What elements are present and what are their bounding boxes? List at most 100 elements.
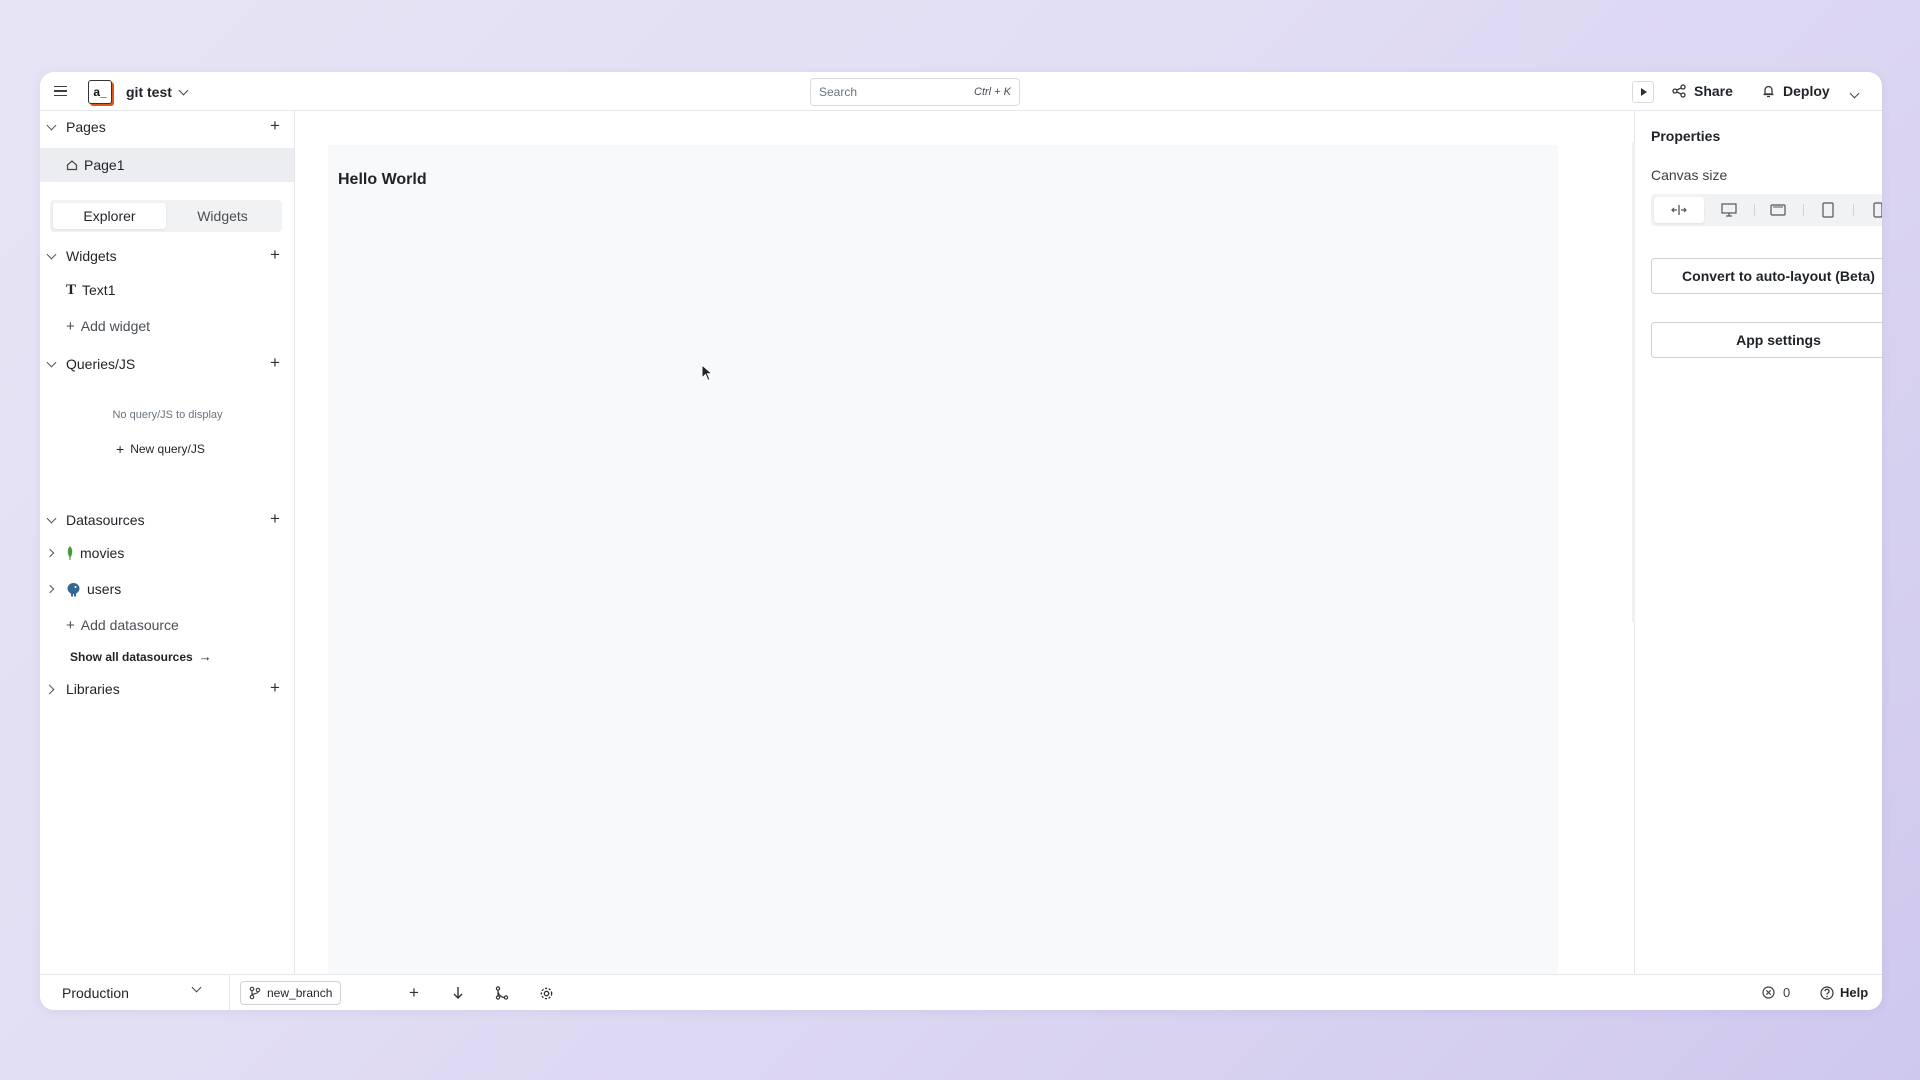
chevron-down-icon xyxy=(46,120,57,131)
main-canvas[interactable]: Hello World xyxy=(328,145,1558,974)
datasource-item-users[interactable]: users xyxy=(45,577,122,601)
pull-button[interactable] xyxy=(449,984,467,1002)
arrow-down-icon xyxy=(453,987,463,999)
mongodb-leaf-icon xyxy=(67,546,73,560)
queries-empty-message: No query/JS to display xyxy=(112,409,223,421)
chevron-down-icon xyxy=(46,513,57,524)
new-query-button[interactable]: + New query/JS xyxy=(116,441,205,457)
deploy-label: Deploy xyxy=(1783,83,1830,99)
chevron-right-icon xyxy=(45,584,55,594)
properties-title: Properties xyxy=(1651,128,1721,144)
postgres-elephant-icon xyxy=(67,582,80,596)
widgets-title: Widgets xyxy=(66,248,117,264)
tablet-landscape-icon xyxy=(1770,204,1787,216)
environment-label: Production xyxy=(62,985,129,1001)
menu-icon[interactable] xyxy=(52,82,70,100)
add-query-icon[interactable]: + xyxy=(270,354,280,371)
show-all-label: Show all datasources xyxy=(70,649,193,664)
queries-title: Queries/JS xyxy=(66,356,136,372)
git-settings-button[interactable] xyxy=(537,984,555,1002)
add-widget-icon[interactable]: + xyxy=(270,246,280,263)
plus-icon: + xyxy=(66,616,75,634)
app-window: a_ git test Search Ctrl + K Share Deploy… xyxy=(40,72,1882,1010)
datasource-label: users xyxy=(87,581,122,597)
merge-button[interactable] xyxy=(493,984,511,1002)
help-button[interactable]: Help xyxy=(1820,985,1868,1000)
datasources-section-header[interactable]: Datasources + xyxy=(40,507,295,533)
canvas-size-tablet-landscape[interactable] xyxy=(1753,197,1804,223)
top-bar: a_ git test Search Ctrl + K Share Deploy xyxy=(40,72,1882,111)
app-settings-button[interactable]: App settings xyxy=(1651,322,1882,358)
tab-explorer[interactable]: Explorer xyxy=(53,203,166,229)
app-name-label: git test xyxy=(126,84,172,100)
chevron-down-icon xyxy=(178,85,189,95)
add-datasource-label: Add datasource xyxy=(80,617,179,633)
widgets-section-header[interactable]: Widgets + xyxy=(40,243,295,269)
pages-title: Pages xyxy=(66,119,106,135)
queries-section-header[interactable]: Queries/JS + xyxy=(40,351,295,377)
search-input[interactable]: Search Ctrl + K xyxy=(810,78,1020,106)
help-label: Help xyxy=(1840,985,1869,1000)
datasource-item-movies[interactable]: movies xyxy=(45,541,125,565)
canvas-size-fluid[interactable] xyxy=(1654,197,1704,223)
explorer-tabs: Explorer Widgets xyxy=(50,200,282,232)
canvas-size-tablet-portrait[interactable] xyxy=(1803,197,1853,223)
search-placeholder: Search xyxy=(819,85,858,99)
share-icon xyxy=(1672,84,1686,98)
error-count-button[interactable]: 0 xyxy=(1762,985,1790,1000)
environment-select[interactable]: Production xyxy=(40,975,230,1010)
share-button[interactable]: Share xyxy=(1672,83,1733,99)
branch-button[interactable]: new_branch xyxy=(240,981,342,1005)
bottom-bar: Production new_branch + 0 Help xyxy=(40,974,1882,1010)
add-datasource-icon[interactable]: + xyxy=(270,510,280,527)
deploy-options-button[interactable] xyxy=(1849,84,1860,102)
gear-icon xyxy=(540,987,552,999)
help-icon xyxy=(1820,985,1834,1000)
pages-section-header[interactable]: Pages + xyxy=(40,114,295,140)
page-item-page1[interactable]: Page1 xyxy=(40,148,294,182)
add-library-icon[interactable]: + xyxy=(270,679,280,696)
arrow-right-icon: → xyxy=(198,649,212,664)
datasource-label: movies xyxy=(80,545,125,561)
commit-button[interactable]: + xyxy=(405,983,423,1002)
canvas-size-selector xyxy=(1651,194,1882,226)
git-merge-icon xyxy=(495,986,509,1000)
chevron-right-icon xyxy=(44,684,55,695)
canvas-size-label: Canvas size xyxy=(1651,167,1728,183)
chevron-right-icon xyxy=(45,548,55,558)
git-branch-icon xyxy=(249,986,261,1000)
plus-icon: + xyxy=(409,983,419,1002)
share-label: Share xyxy=(1694,83,1733,99)
datasources-title: Datasources xyxy=(66,512,145,528)
mobile-icon xyxy=(1873,202,1882,218)
desktop-icon xyxy=(1721,203,1737,217)
app-logo[interactable]: a_ xyxy=(88,80,112,104)
add-page-icon[interactable]: + xyxy=(270,117,280,134)
tablet-portrait-icon xyxy=(1822,202,1834,218)
add-widget-button[interactable]: + Add widget xyxy=(66,314,150,338)
preview-button[interactable] xyxy=(1632,81,1654,103)
text-widget-text1[interactable]: Hello World xyxy=(338,171,427,189)
branch-label: new_branch xyxy=(267,986,333,1000)
properties-panel: Properties Canvas size Convert to auto-l… xyxy=(1635,111,1882,974)
left-sidebar: Pages + Page1 Explorer Widgets Widgets +… xyxy=(40,111,295,974)
canvas-size-desktop[interactable] xyxy=(1704,197,1754,223)
play-icon xyxy=(1641,88,1647,96)
app-name-dropdown[interactable]: git test xyxy=(126,84,189,100)
add-datasource-button[interactable]: + Add datasource xyxy=(66,613,179,637)
add-widget-label: Add widget xyxy=(80,318,151,334)
text-icon: T xyxy=(66,281,77,298)
page-item-label: Page1 xyxy=(84,157,125,173)
convert-auto-layout-button[interactable]: Convert to auto-layout (Beta) xyxy=(1651,258,1882,294)
canvas-size-mobile[interactable] xyxy=(1853,197,1882,223)
deploy-button[interactable]: Deploy xyxy=(1762,83,1830,99)
widget-item-text1[interactable]: T Text1 xyxy=(66,278,115,302)
widget-item-label: Text1 xyxy=(82,282,116,298)
mouse-cursor-icon xyxy=(701,364,713,382)
libraries-title: Libraries xyxy=(66,681,120,697)
tab-widgets[interactable]: Widgets xyxy=(166,203,279,229)
show-all-datasources-link[interactable]: Show all datasources → xyxy=(70,649,212,664)
home-icon xyxy=(66,160,78,171)
libraries-section-header[interactable]: Libraries + xyxy=(40,676,295,702)
bell-icon xyxy=(1763,85,1774,98)
